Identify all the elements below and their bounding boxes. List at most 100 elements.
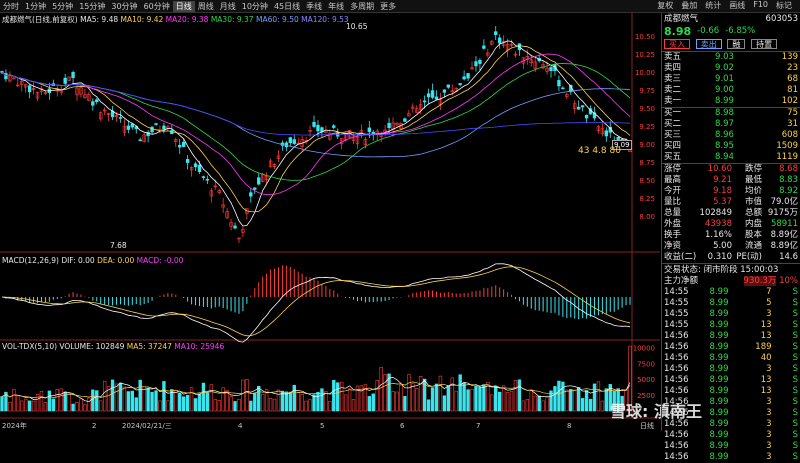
position-button[interactable]: 持置: [751, 39, 778, 49]
volume-bar: [229, 396, 233, 412]
candle-body: [482, 45, 486, 49]
quote-label: 市值: [744, 197, 762, 207]
buy-button[interactable]: 买入: [664, 39, 690, 49]
period-tab-3[interactable]: 15分钟: [76, 1, 108, 12]
tick-side: S: [792, 287, 798, 297]
tick-volume: 5: [766, 298, 772, 308]
period-tab-6[interactable]: 日线: [172, 0, 195, 12]
quote-value: 8.92: [779, 186, 798, 196]
asks-row[interactable]: 卖一 8.99 102: [662, 96, 800, 107]
volume-bar: [584, 390, 589, 412]
period-tab-7[interactable]: 周线: [195, 1, 217, 12]
period-tab-11[interactable]: 季线: [303, 1, 325, 12]
tick-side: S: [792, 408, 798, 418]
price-tick-label: 8.00: [639, 213, 655, 221]
tick-time: 14:55: [664, 320, 689, 330]
candle-body: [181, 141, 186, 147]
period-tab-9[interactable]: 10分钟: [239, 1, 271, 12]
period-tab-2[interactable]: 5分钟: [49, 1, 76, 12]
bids-volume: 31: [787, 119, 798, 129]
asks-row[interactable]: 卖四 9.02 23: [662, 63, 800, 74]
asks-row[interactable]: 卖二 9.00 81: [662, 85, 800, 96]
fund-flow-value: 930.3万: [743, 276, 777, 286]
candle-body: [580, 105, 585, 108]
volume-bar: [347, 388, 352, 412]
tick-volume: 3: [766, 452, 772, 462]
toolbar-right-2[interactable]: 统计: [701, 0, 725, 11]
ma20-line: [1, 53, 631, 196]
volume-bar: [178, 392, 182, 412]
period-tab-4[interactable]: 30分钟: [108, 1, 140, 12]
tick-side: S: [792, 397, 798, 407]
volume-bar: [320, 388, 324, 412]
period-tab-5[interactable]: 60分钟: [141, 1, 173, 12]
quote-value: 8.89亿: [770, 241, 798, 251]
volume-bar: [87, 397, 91, 412]
toolbar-right-1[interactable]: 叠加: [677, 0, 701, 11]
asks-row[interactable]: 卖三 9.01 68: [662, 74, 800, 85]
volume-bar: [237, 398, 241, 412]
toolbar-right-3[interactable]: 画线: [725, 0, 749, 11]
bids-row[interactable]: 买二 8.97 31: [662, 119, 800, 130]
sell-button[interactable]: 卖出: [695, 39, 722, 49]
price-note: 43 4.8 80: [578, 146, 621, 156]
volume-bar: [513, 380, 518, 412]
bids-row[interactable]: 买一 8.98 75: [662, 108, 800, 119]
low-label: 7.68: [110, 241, 127, 250]
tick-volume: 13: [760, 375, 772, 385]
tick-row: 14:56 8.99 189 S: [662, 342, 800, 353]
ma30-line: [1, 63, 631, 181]
bids-level: 买一: [664, 108, 682, 118]
toolbar-right-4[interactable]: F10: [749, 0, 772, 11]
candle-body: [584, 114, 589, 119]
candle-body: [288, 137, 293, 144]
volume-bar: [576, 387, 581, 412]
volume-bar: [185, 395, 190, 412]
bids-row[interactable]: 买四 8.95 1509: [662, 141, 800, 152]
bids-row[interactable]: 买三 8.96 608: [662, 130, 800, 141]
toolbar-right-0[interactable]: 复权: [653, 0, 677, 11]
candle-body: [138, 139, 142, 142]
quote-value: 9175万: [767, 208, 798, 218]
bids-row[interactable]: 买五 8.94 1119: [662, 152, 800, 163]
tick-row: 14:56 8.99 3 S: [662, 441, 800, 452]
ma60-line: [1, 71, 631, 158]
period-tab-0[interactable]: 分时: [0, 1, 22, 12]
quote-label: 换手: [664, 230, 682, 240]
candle-body: [557, 80, 561, 87]
volume-bar: [375, 379, 379, 412]
tick-volume: 3: [766, 397, 772, 407]
kline-svg[interactable]: 10.50 10.25 10.00 9.75 9.50 9.25 9.00 8.75 8.50 8…: [0, 13, 660, 431]
period-tab-1[interactable]: 1分钟: [22, 1, 49, 12]
tick-side: S: [792, 375, 798, 385]
volume-bar: [284, 391, 289, 412]
candle-body: [458, 83, 462, 86]
tick-volume: 3: [766, 419, 772, 429]
volume-bar: [99, 400, 103, 412]
period-tab-12[interactable]: 年线: [325, 1, 347, 12]
volume-bar: [490, 394, 494, 412]
tick-row: 14:55 8.99 5 S: [662, 298, 800, 309]
volume-bar: [434, 383, 439, 412]
candle-body: [430, 90, 435, 98]
tick-row: 14:56 8.99 13 S: [662, 331, 800, 342]
bids-price: 8.95: [715, 141, 734, 151]
period-tab-14[interactable]: 更多: [377, 1, 399, 12]
trade-buttons: 买入 卖出 融 持置: [662, 38, 800, 51]
vol-indicator-line: VOL-TDX(5,10) VOLUME: 102849 MA5: 37247 …: [2, 342, 224, 351]
tick-price: 8.99: [709, 419, 729, 429]
volume-bar: [130, 390, 135, 412]
candle-body: [422, 100, 427, 103]
candle-body: [367, 127, 372, 133]
period-tab-8[interactable]: 月线: [217, 1, 239, 12]
period-tab-10[interactable]: 45日线: [271, 1, 303, 12]
tick-price: 8.99: [709, 364, 729, 374]
volume-bar: [442, 395, 447, 412]
chart-area[interactable]: 10.50 10.25 10.00 9.75 9.50 9.25 9.00 8.75 8.50 8…: [0, 13, 702, 431]
margin-button[interactable]: 融: [727, 39, 746, 49]
volume-bar: [221, 387, 225, 412]
tick-list[interactable]: 14:55 8.99 7 S 14:55 8.99 5 S 14:55 8.99 3…: [662, 287, 800, 463]
toolbar-right-5[interactable]: 标记: [772, 0, 796, 11]
period-tab-13[interactable]: 多周期: [347, 1, 377, 12]
asks-row[interactable]: 卖五 9.03 139: [662, 52, 800, 63]
